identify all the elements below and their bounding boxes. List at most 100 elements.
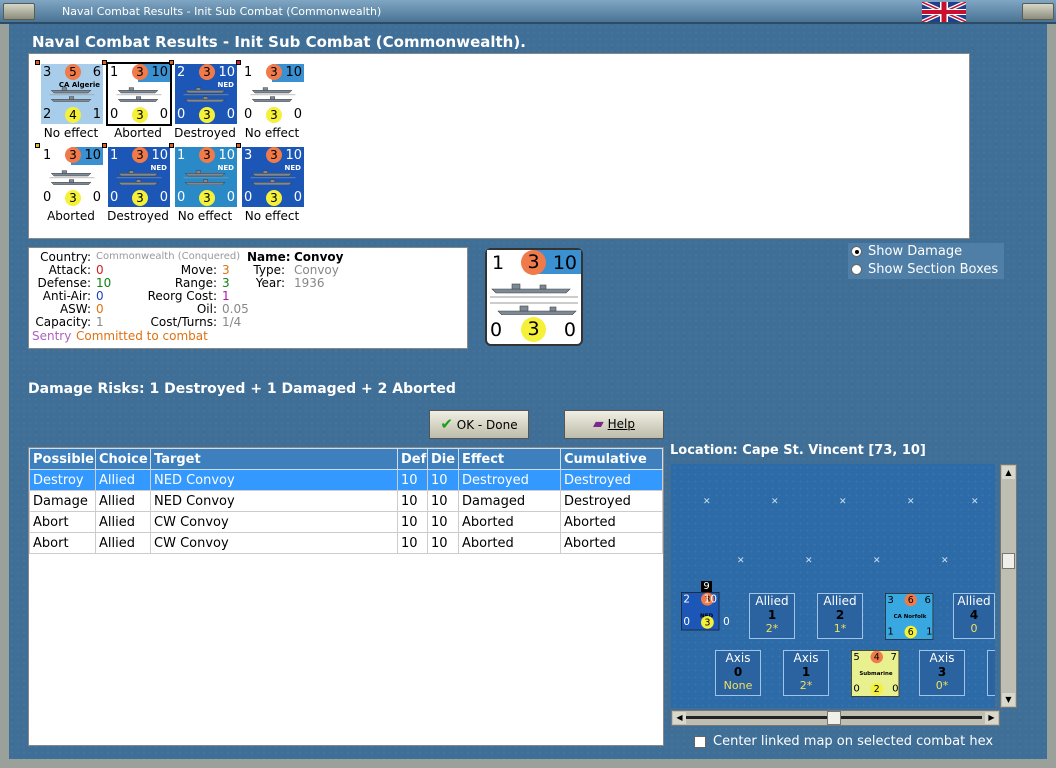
unit-capacity: 0	[159, 190, 168, 205]
unit-counter[interactable]: 3 3 10 NED 0 3 0	[242, 147, 304, 207]
show-damage-radio-button[interactable]	[851, 246, 862, 257]
unit-counter[interactable]: 1 3 10 0 3 0	[242, 64, 304, 124]
vertical-scroll-thumb[interactable]	[1002, 553, 1015, 569]
show-damage-radio[interactable]: Show Damage	[848, 243, 1004, 261]
axis-box-1[interactable]: Axis 1 2*	[783, 650, 829, 696]
unit-bottom-band: 030	[175, 189, 237, 207]
col-target[interactable]: Target	[150, 448, 398, 470]
sea-marker: ✕	[771, 497, 779, 507]
type-value: Convoy	[294, 263, 339, 277]
counter-aa: 1	[887, 625, 894, 638]
name-label: Name:	[247, 250, 291, 264]
allied-box-2[interactable]: Allied 2 1*	[817, 593, 863, 639]
counter-asw: 6	[904, 625, 917, 639]
unit-result-label: No effect	[177, 209, 233, 223]
unit-result-label: No effect	[244, 209, 300, 223]
unit-counter[interactable]: 3 5 6 CA Algerie 2 4 1	[41, 64, 103, 124]
table-cell: Abort	[29, 511, 96, 533]
unit-capacity: 0	[293, 190, 302, 205]
combat-unit-7[interactable]: 1 3 10 NED 0 3 0 No effect	[169, 143, 239, 223]
unit-counter[interactable]: 1 3 10 NED 0 3 0	[108, 147, 170, 207]
counter-attack: 1	[492, 252, 505, 274]
unit-attack: 2	[177, 65, 186, 80]
col-possible[interactable]: Possible	[29, 448, 96, 470]
window-close-button[interactable]	[1022, 3, 1054, 20]
unit-asw: 3	[65, 190, 81, 206]
combat-unit-3[interactable]: 2 3 10 NED 0 3 0 Destroyed	[169, 60, 239, 140]
ok-done-button[interactable]: ✔ OK - Done	[429, 410, 529, 439]
allied-box-4[interactable]: Allied 4 0	[953, 593, 995, 639]
combat-map-view[interactable]: ✕ ✕ ✕ ✕ ✕ ✕ ✕ ✕ ✕ 9 2310NED030 Allied 1 …	[671, 464, 995, 708]
show-damage-label: Show Damage	[868, 244, 963, 259]
unit-result-label: Destroyed	[107, 209, 169, 223]
horizontal-scroll-thumb[interactable]	[827, 711, 841, 725]
center-map-checkbox[interactable]	[694, 736, 706, 748]
combat-unit-6[interactable]: 1 3 10 NED 0 3 0 Destroyed	[102, 143, 172, 223]
show-section-boxes-radio[interactable]: Show Section Boxes	[848, 261, 1004, 279]
unit-defense: 10	[84, 148, 101, 163]
combat-unit-2[interactable]: 1 3 10 0 3 0 Aborted	[102, 60, 172, 140]
table-cell: Aborted	[560, 511, 663, 533]
table-row[interactable]: Destroy Allied NED Convoy 10 10 Destroyed Dest…	[29, 469, 663, 491]
scroll-down-arrow-icon[interactable]: ▼	[1002, 693, 1015, 706]
unit-result-label: No effect	[244, 126, 300, 140]
table-row[interactable]: Abort Allied CW Convoy 10 10 Aborted Aborted	[29, 532, 663, 554]
unit-asw: 3	[266, 107, 282, 123]
table-cell: 10	[397, 490, 428, 512]
axis-submarine-counter[interactable]: 5 4 7 Submarine 0 2 0	[851, 650, 900, 697]
unit-counter[interactable]: 1 3 10 NED 0 3 0	[175, 147, 237, 207]
combat-unit-1[interactable]: 3 5 6 CA Algerie 2 4 1 No effect	[35, 60, 105, 140]
axis-box-0-title: Axis	[725, 651, 751, 665]
ship-silhouette-icon	[250, 170, 296, 185]
unit-bottom-band: 030	[175, 106, 237, 124]
unit-defense: 10	[151, 148, 168, 163]
allied-box-1[interactable]: Allied 1 2*	[749, 593, 795, 639]
unit-counter[interactable]: 1 3 10 0 3 0	[41, 147, 103, 207]
axis-box-3[interactable]: Axis 3 0*	[919, 650, 965, 696]
window-menu-button[interactable]	[3, 3, 35, 20]
unit-defense: 10	[285, 65, 302, 80]
col-cumulative[interactable]: Cumulative	[560, 448, 663, 470]
oil-value: 0.05	[222, 302, 249, 316]
help-button[interactable]: ▰ Help	[564, 410, 664, 439]
window: Naval Combat Results - Init Sub Combat (…	[0, 0, 1056, 768]
col-def[interactable]: Def	[397, 448, 428, 470]
map-horizontal-scrollbar[interactable]: ◀ ▶	[671, 710, 1000, 726]
combat-unit-5[interactable]: 1 3 10 0 3 0 Aborted	[35, 143, 105, 223]
axis-box-0[interactable]: Axis 0 None	[715, 650, 761, 696]
unit-asw: 3	[199, 190, 215, 206]
allied-box-2-title: Allied	[823, 594, 857, 608]
show-section-boxes-radio-button[interactable]	[851, 264, 862, 275]
col-effect[interactable]: Effect	[458, 448, 561, 470]
unit-flag-icon	[102, 143, 107, 148]
combat-unit-4[interactable]: 1 3 10 0 3 0 No effect	[236, 60, 306, 140]
unit-counter[interactable]: 2 3 10 NED 0 3 0	[175, 64, 237, 124]
ca-norfolk-counter[interactable]: 3 6 6 CA Norfolk 1 6 1	[885, 593, 934, 640]
unit-move: 3	[266, 64, 282, 80]
combat-unit-8[interactable]: 3 3 10 NED 0 3 0 No effect	[236, 143, 306, 223]
scroll-right-arrow-icon[interactable]: ▶	[985, 712, 998, 724]
antiair-value: 0	[96, 289, 104, 303]
sea-marker: ✕	[737, 556, 745, 566]
uk-flag-icon	[922, 2, 966, 22]
table-row[interactable]: Abort Allied CW Convoy 10 10 Aborted Aborted	[29, 511, 663, 533]
table-cell: Aborted	[458, 511, 561, 533]
table-cell: Aborted	[458, 532, 561, 554]
col-die[interactable]: Die	[427, 448, 459, 470]
help-book-icon: ▰	[593, 416, 604, 432]
ned-convoy-stack[interactable]: 2310NED030	[681, 592, 730, 631]
defense-value: 10	[96, 276, 112, 290]
unit-capacity: 1	[92, 107, 101, 122]
col-choice[interactable]: Choice	[95, 448, 151, 470]
counter-defense: 10	[552, 252, 577, 274]
scroll-left-arrow-icon[interactable]: ◀	[673, 712, 686, 724]
table-cell: 10	[397, 469, 428, 491]
scroll-up-arrow-icon[interactable]: ▲	[1002, 466, 1015, 479]
combat-results-table: Possible Choice Target Def Die Effect Cu…	[28, 447, 664, 746]
map-vertical-scrollbar[interactable]: ▲ ▼	[1000, 464, 1017, 708]
unit-counter[interactable]: 1 3 10 0 3 0	[106, 62, 172, 126]
table-row[interactable]: Damage Allied NED Convoy 10 10 Damaged Destroy…	[29, 490, 663, 512]
unit-aa: 0	[110, 190, 119, 205]
year-label: Year:	[255, 276, 285, 290]
unit-move: 3	[199, 64, 215, 80]
